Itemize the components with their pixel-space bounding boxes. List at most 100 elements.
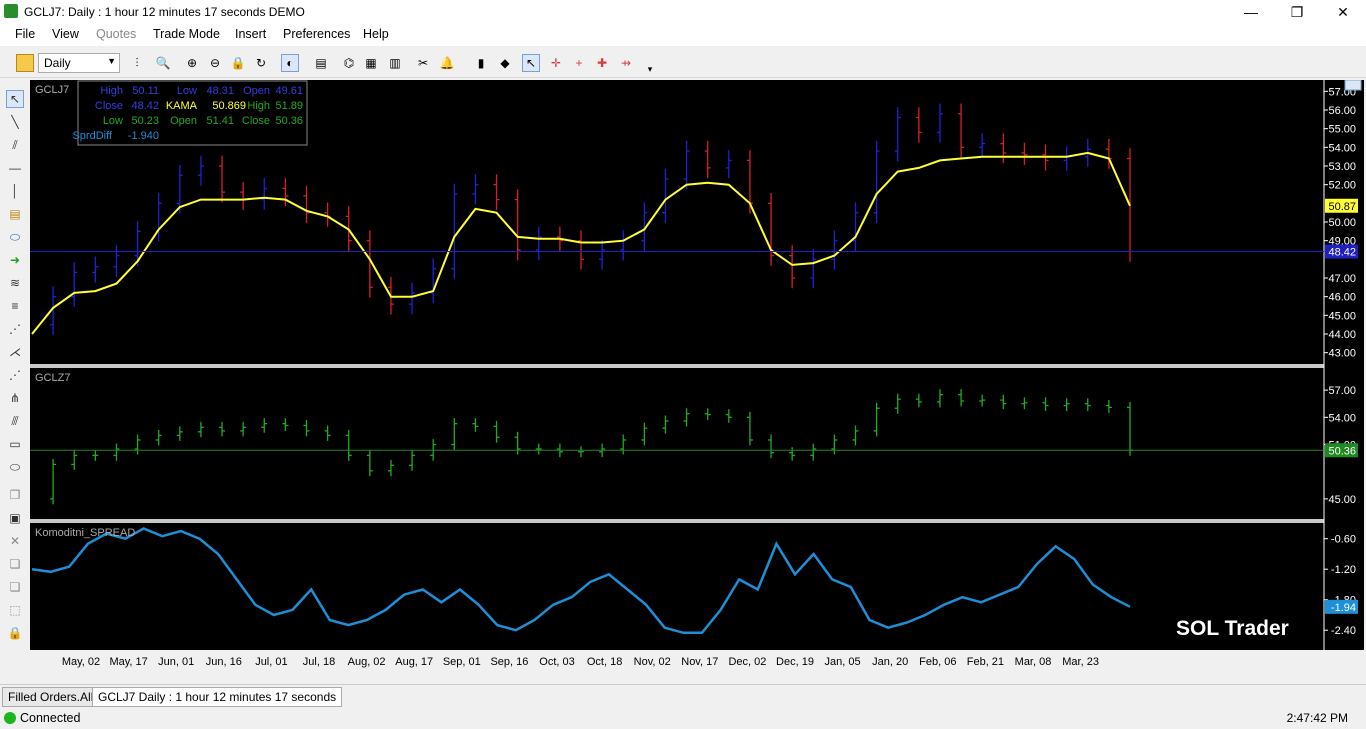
volume-icon[interactable]: ▥ (386, 54, 404, 72)
zoom-in-icon[interactable]: ⊕ (183, 54, 201, 72)
x-axis-tick-label: Sep, 16 (490, 656, 528, 668)
scissors-icon[interactable]: ✂ (414, 54, 432, 72)
crosshair-arrow-icon[interactable]: ⇸ (617, 54, 635, 72)
chart-svg: 57.0056.0055.0054.0053.0052.0050.0049.00… (30, 79, 1364, 670)
menu-insert[interactable]: Insert (235, 27, 266, 41)
price-y-tick-label: 47.00 (1328, 273, 1356, 285)
fib-ext-tool-icon[interactable]: ⋰ (6, 320, 24, 338)
x-axis-tick-label: Jul, 18 (303, 656, 335, 668)
delete-tool-icon[interactable]: ✕ (6, 532, 24, 550)
price-y-tick-label: 52.00 (1328, 180, 1356, 192)
menu-bar: File View Quotes Trade Mode Insert Prefe… (0, 24, 1366, 46)
minimize-button[interactable]: — (1228, 0, 1274, 24)
title-bar: GCLJ7: Daily : 1 hour 12 minutes 17 seco… (0, 0, 1366, 24)
app-icon (4, 4, 18, 18)
rectangle-tool-icon[interactable]: ▭ (6, 435, 24, 453)
panel3-name: Komoditni_SPREAD (35, 527, 135, 539)
vertical-line-icon[interactable]: │ (6, 182, 24, 200)
lock-drawing-icon[interactable]: 🔒 (6, 624, 24, 642)
menu-preferences[interactable]: Preferences (283, 27, 350, 41)
x-axis-tick-label: Feb, 06 (919, 656, 956, 668)
channel-tool-icon[interactable]: ⫽ (6, 136, 24, 154)
pane-collapse-button[interactable] (1344, 79, 1362, 91)
zoom-icon[interactable]: 🔍 (154, 54, 172, 72)
book-icon[interactable]: ▮ (472, 54, 490, 72)
refresh-icon[interactable]: ↻ (252, 54, 270, 72)
price-y-tick-label: 50.00 (1328, 217, 1356, 229)
symbol-icon[interactable] (16, 54, 34, 72)
copy-tool-icon[interactable]: ❐ (6, 486, 24, 504)
cursor-mode-icon[interactable]: ◐ (281, 54, 299, 72)
info-kama-label: KAMA (166, 100, 198, 112)
crosshair-icon[interactable]: ✛ (547, 54, 565, 72)
price-y-tick-label: 54.00 (1328, 142, 1356, 154)
tree-icon[interactable]: ⌬ (340, 54, 358, 72)
eraser-icon[interactable]: ◆ (496, 54, 514, 72)
callout-tool-icon[interactable]: ⬭ (6, 228, 24, 246)
x-axis-tick-label: Oct, 18 (587, 656, 622, 668)
bar-type-icon[interactable]: ⫶ (128, 54, 146, 72)
menu-trade-mode[interactable]: Trade Mode (153, 27, 220, 41)
maximize-button[interactable]: ❐ (1274, 0, 1320, 24)
x-axis-tick-label: Jan, 20 (872, 656, 908, 668)
menu-help[interactable]: Help (363, 27, 389, 41)
ellipse-tool-icon[interactable]: ⬭ (6, 458, 24, 476)
arc-tool-icon[interactable]: ≋ (6, 274, 24, 292)
spread-y-tick-label: -2.40 (1331, 625, 1356, 637)
pitchfork-tool-icon[interactable]: ⋌ (6, 343, 24, 361)
crosshair-plus-icon[interactable]: + (570, 54, 588, 72)
period-select[interactable]: Daily ▼ (38, 53, 120, 73)
pointer-icon[interactable]: ↖ (522, 54, 540, 72)
drawing-toolbar: ↖ ╲ ⫽ — │ ▤ ⬭ ➜ ≋ ≡ ⋰ ⋌ ⋰ ⋔ ⫻ ▭ ⬭ ❐ ▣ ✕ … (2, 86, 28, 646)
select-area-icon[interactable]: ⬚ (6, 601, 24, 619)
tab-chart[interactable]: GCLJ7 Daily : 1 hour 12 minutes 17 secon… (92, 687, 343, 707)
info-kama-value: 50.869 (212, 100, 246, 112)
pane-separator-1[interactable] (30, 364, 1364, 368)
chart-area[interactable]: 57.00 56.00 55.00 54.00 53.00 52.00 50.00 49.00… (30, 79, 1364, 670)
x-axis-tick-label: Nov, 02 (634, 656, 671, 668)
alert-bell-icon[interactable]: 🔔 (438, 54, 456, 72)
x-axis-tick-label: Oct, 03 (539, 656, 574, 668)
crosshair-dot-icon[interactable]: ✚ (593, 54, 611, 72)
info-high-value: 50.11 (132, 85, 159, 97)
x-axis-tick-label: May, 17 (109, 656, 147, 668)
fan-tool-icon[interactable]: ⋔ (6, 389, 24, 407)
select-tool-icon[interactable]: ↖ (6, 90, 24, 108)
toolbar-overflow-icon[interactable]: ▾ (641, 60, 659, 78)
menu-view[interactable]: View (52, 27, 79, 41)
horizontal-line-icon[interactable]: — (6, 159, 24, 177)
lock-icon[interactable]: 🔒 (229, 54, 247, 72)
info-low-value: 48.31 (206, 85, 234, 97)
chart-background (30, 80, 1364, 670)
fib-tool-icon[interactable]: ≡ (6, 297, 24, 315)
info-high2-label: High (247, 100, 270, 112)
colors-icon[interactable]: ▦ (362, 54, 380, 72)
zoom-out-icon[interactable]: ⊖ (206, 54, 224, 72)
regression-tool-icon[interactable]: ⋰ (6, 366, 24, 384)
info-close2-value: 50.36 (275, 115, 303, 127)
properties-tool-icon[interactable]: ▣ (6, 509, 24, 527)
chart-type-icon[interactable]: ▤ (312, 54, 330, 72)
x-axis-tick-label: Jul, 01 (255, 656, 287, 668)
info-open2-value: 51.41 (206, 115, 234, 127)
x-axis-tick-label: Feb, 21 (967, 656, 1004, 668)
menu-quotes[interactable]: Quotes (96, 27, 136, 41)
arrow-tool-icon[interactable]: ➜ (6, 251, 24, 269)
data-window: High 50.11 Low 48.31 Open 49.61 Close 48… (72, 80, 308, 146)
menu-file[interactable]: File (15, 27, 35, 41)
info-open-value: 49.61 (275, 85, 303, 97)
clone-tool-icon[interactable]: ❏ (6, 555, 24, 573)
gclz7-value-tag: 50.36 (1328, 445, 1356, 457)
info-open-label: Open (243, 85, 270, 97)
toolbar: ⫶ 🔍 ⊕ ⊖ 🔒 ↻ ◐ ▤ ⌬ ▦ ▥ ✂ 🔔 ▮ ◆ ↖ ✛ + ✚ ⇸ … (0, 48, 1366, 78)
info-high-label: High (100, 85, 123, 97)
note-tool-icon[interactable]: ▤ (6, 205, 24, 223)
pane-separator-2[interactable] (30, 519, 1364, 523)
gann-tool-icon[interactable]: ⫻ (6, 412, 24, 430)
gclz7-y-tick-label: 57.00 (1328, 385, 1356, 397)
line-tool-icon[interactable]: ╲ (6, 113, 24, 131)
close-button[interactable]: ✕ (1320, 0, 1366, 24)
status-bar: Connected 2:47:42 PM (0, 707, 1366, 729)
paste-tool-icon[interactable]: ❏ (6, 578, 24, 596)
panel1-symbol: GCLJ7 (35, 84, 69, 96)
